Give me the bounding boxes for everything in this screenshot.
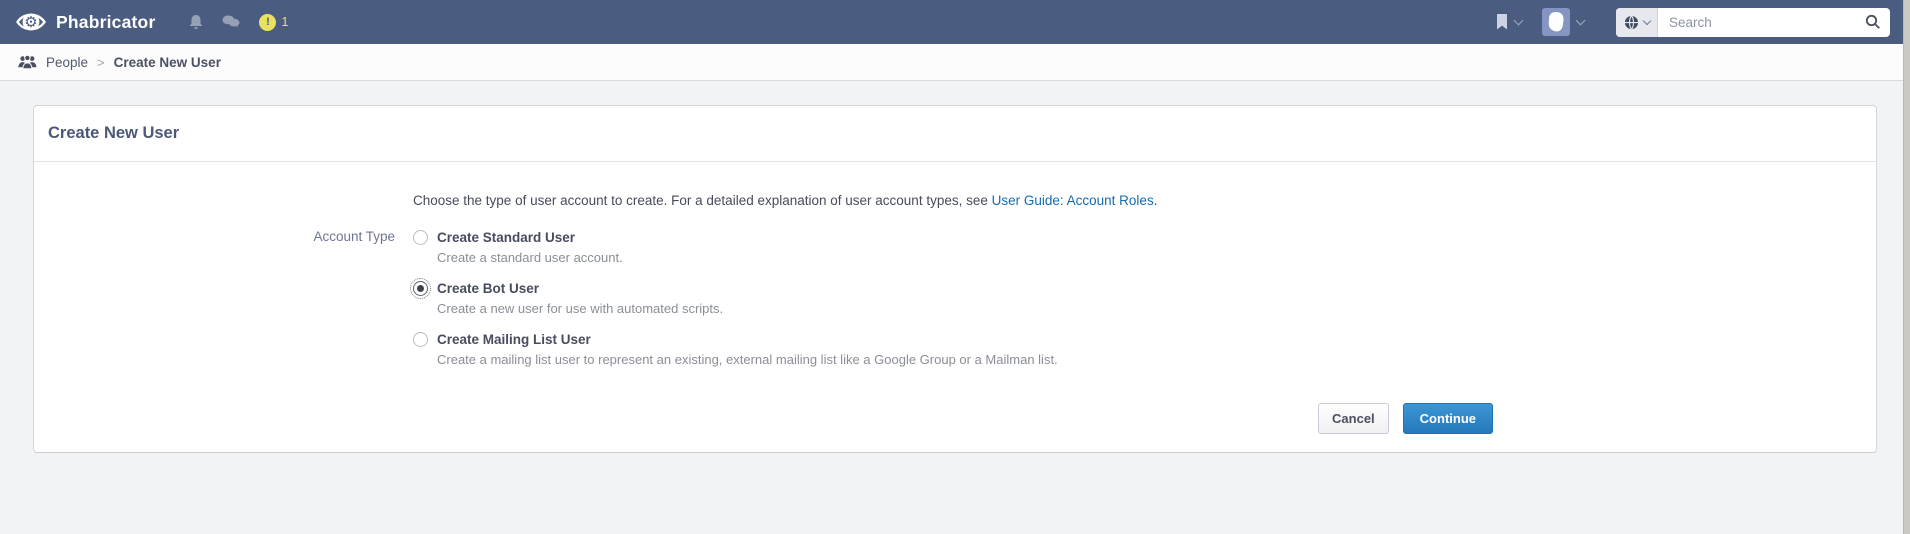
option-create-standard-user[interactable]: Create Standard User Create a standard u… — [413, 228, 1493, 267]
search-scope-selector[interactable] — [1616, 8, 1658, 37]
search-icon — [1865, 14, 1881, 30]
chevron-down-icon — [1642, 16, 1650, 24]
radio-bot-user[interactable] — [413, 281, 428, 296]
users-icon — [18, 55, 37, 70]
option-label: Create Standard User — [437, 228, 623, 247]
page-content: Create New User Choose the type of user … — [0, 81, 1910, 453]
intro-text: Choose the type of user account to creat… — [413, 162, 1493, 208]
continue-button[interactable]: Continue — [1403, 403, 1493, 434]
gear-icon: ⚙ — [16, 7, 46, 37]
form-actions: Cancel Continue — [413, 403, 1493, 434]
top-navigation-bar: ⚙ Phabricator ! 1 — [0, 0, 1910, 44]
alerts-indicator[interactable]: ! 1 — [250, 14, 297, 31]
card-header: Create New User — [34, 106, 1876, 162]
search-input[interactable] — [1658, 8, 1856, 37]
option-create-mailing-list-user[interactable]: Create Mailing List User Create a mailin… — [413, 330, 1493, 369]
search-submit[interactable] — [1856, 8, 1890, 37]
chevron-down-icon — [1514, 15, 1524, 25]
user-guide-link[interactable]: User Guide: Account Roles — [992, 193, 1154, 208]
breadcrumb-people[interactable]: People — [46, 55, 88, 70]
breadcrumb: People > Create New User — [0, 44, 1910, 81]
breadcrumb-current: Create New User — [114, 55, 221, 70]
breadcrumb-separator: > — [97, 55, 105, 70]
page-title: Create New User — [48, 124, 179, 143]
account-type-row: Account Type Create Standard User Create… — [34, 228, 1493, 381]
alert-exclamation-icon: ! — [259, 14, 276, 31]
alert-count: 1 — [281, 15, 288, 29]
option-label: Create Mailing List User — [437, 330, 1058, 349]
avatar — [1542, 8, 1570, 36]
option-caption: Create a new user for use with automated… — [437, 300, 723, 318]
option-caption: Create a mailing list user to represent … — [437, 351, 1058, 369]
option-caption: Create a standard user account. — [437, 249, 623, 267]
app-title[interactable]: Phabricator — [56, 12, 155, 33]
cancel-button[interactable]: Cancel — [1318, 403, 1389, 434]
bookmark-icon — [1496, 14, 1508, 30]
account-type-label: Account Type — [34, 228, 395, 381]
card-body: Choose the type of user account to creat… — [34, 162, 1876, 452]
globe-icon — [1624, 15, 1639, 30]
favorites-menu[interactable] — [1486, 14, 1532, 30]
notifications-bell-icon[interactable] — [179, 14, 213, 31]
global-search — [1616, 8, 1890, 37]
scrollbar[interactable] — [1903, 0, 1910, 534]
chevron-down-icon — [1576, 15, 1586, 25]
option-label: Create Bot User — [437, 279, 723, 298]
radio-standard-user[interactable] — [413, 230, 428, 245]
user-menu[interactable] — [1532, 8, 1594, 36]
option-create-bot-user[interactable]: Create Bot User Create a new user for us… — [413, 279, 1493, 318]
phabricator-logo-icon[interactable]: ⚙ — [16, 7, 46, 37]
messages-chat-icon[interactable] — [213, 15, 250, 30]
radio-mailing-list-user[interactable] — [413, 332, 428, 347]
create-new-user-card: Create New User Choose the type of user … — [33, 105, 1877, 453]
